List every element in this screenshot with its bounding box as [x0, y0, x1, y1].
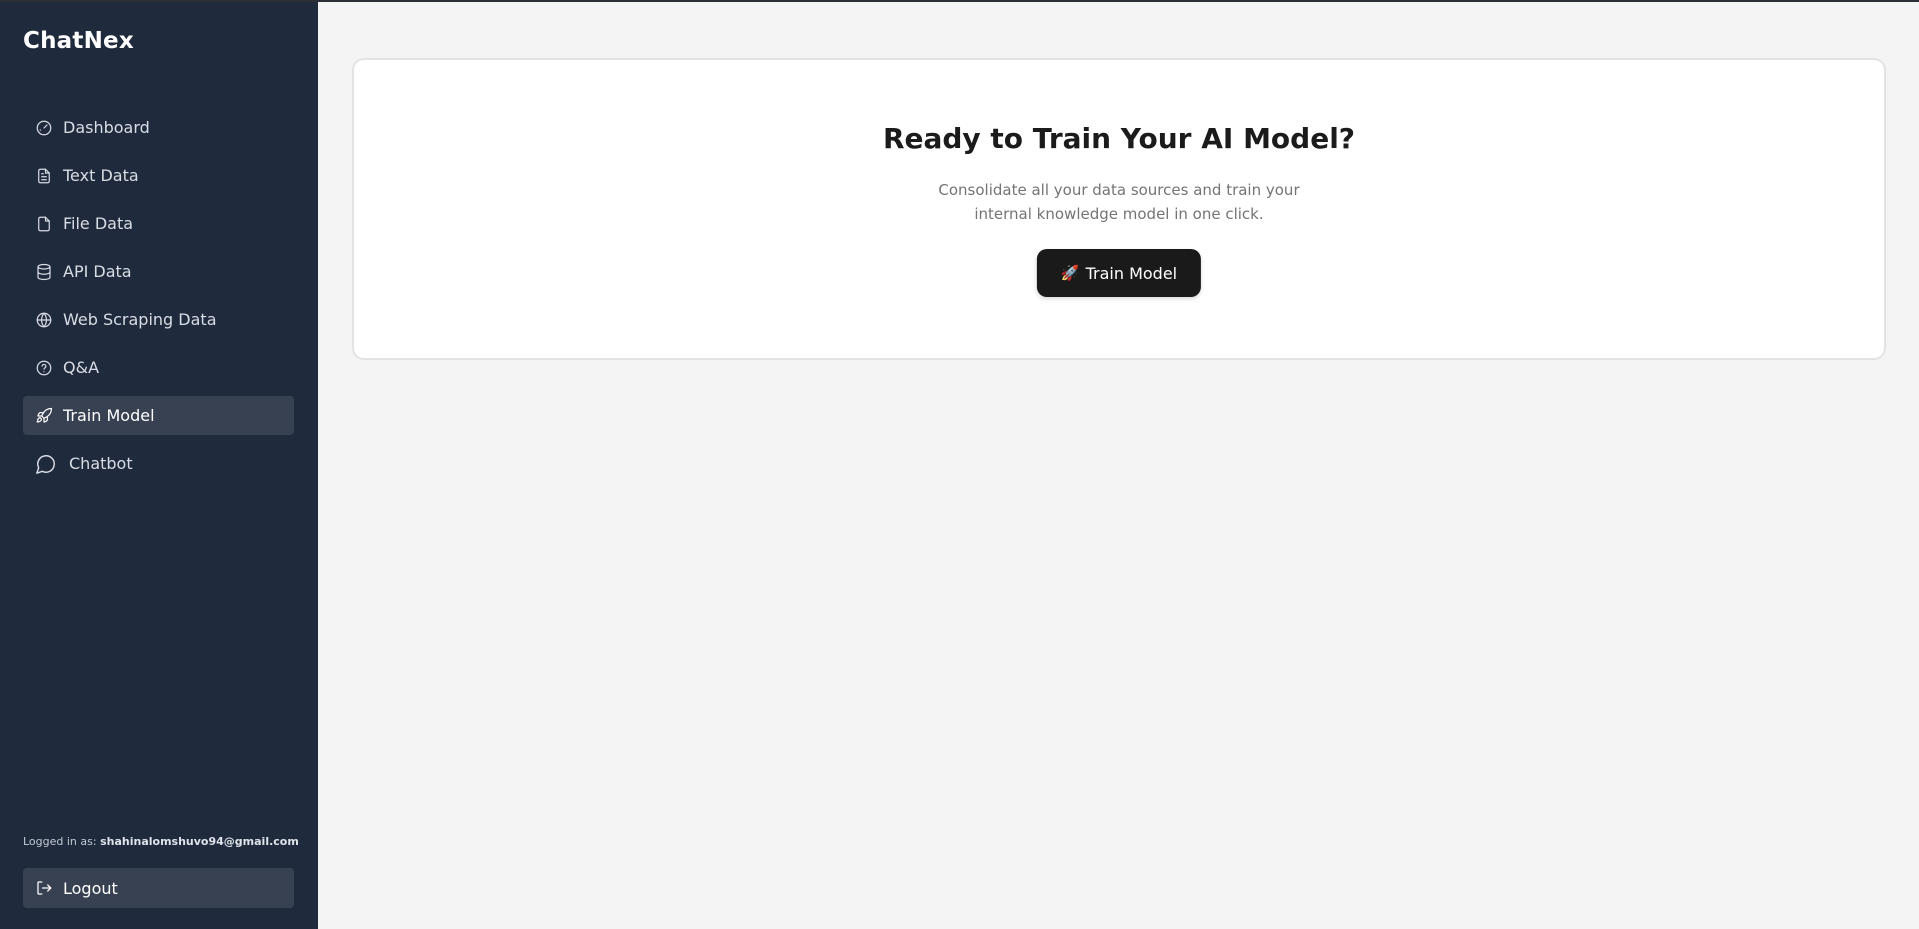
user-email: shahinalomshuvo94@gmail.com [100, 835, 299, 848]
sidebar-item-web-scraping-data[interactable]: Web Scraping Data [23, 300, 294, 339]
logout-icon [35, 879, 53, 897]
document-text-icon [35, 167, 53, 185]
sidebar-item-label: Dashboard [63, 118, 150, 137]
logged-in-info: Logged in as: shahinalomshuvo94@gmail.co… [23, 835, 299, 848]
sidebar-item-label: File Data [63, 214, 134, 233]
sidebar-item-train-model[interactable]: Train Model [23, 396, 294, 435]
train-model-button[interactable]: 🚀 Train Model [1036, 249, 1202, 297]
app-window: ChatNex Dashboard Text Data File Data AP… [0, 0, 1919, 929]
database-icon [35, 263, 53, 281]
sidebar-item-api-data[interactable]: API Data [23, 252, 294, 291]
sidebar-item-label: Web Scraping Data [63, 310, 217, 329]
logout-label: Logout [63, 878, 118, 898]
sidebar: ChatNex Dashboard Text Data File Data AP… [0, 2, 318, 929]
main-content: Ready to Train Your AI Model? Consolidat… [318, 2, 1919, 929]
brand-logo: ChatNex [23, 28, 134, 54]
rocket-icon: 🚀 [1060, 264, 1080, 282]
file-icon [35, 215, 53, 233]
gauge-icon [35, 119, 53, 137]
sidebar-item-chatbot[interactable]: Chatbot [23, 444, 294, 483]
sidebar-item-label: Train Model [63, 406, 155, 425]
sidebar-item-label: Chatbot [69, 454, 133, 473]
sidebar-item-file-data[interactable]: File Data [23, 204, 294, 243]
sidebar-item-label: API Data [63, 262, 132, 281]
card-subtitle: Consolidate all your data sources and tr… [938, 181, 1300, 223]
card-title: Ready to Train Your AI Model? [882, 122, 1356, 155]
chat-bubble-icon [35, 453, 57, 475]
sidebar-nav: Dashboard Text Data File Data API Data W… [23, 108, 294, 492]
sidebar-item-dashboard[interactable]: Dashboard [23, 108, 294, 147]
sidebar-item-label: Q&A [63, 358, 100, 377]
sidebar-item-text-data[interactable]: Text Data [23, 156, 294, 195]
help-circle-icon [35, 359, 53, 377]
rocket-icon [35, 407, 53, 425]
train-model-card: Ready to Train Your AI Model? Consolidat… [352, 58, 1886, 360]
sidebar-item-label: Text Data [63, 166, 139, 185]
globe-icon [35, 311, 53, 329]
logged-in-label: Logged in as: [23, 835, 97, 848]
train-model-button-label: Train Model [1085, 263, 1178, 283]
logout-button[interactable]: Logout [23, 868, 294, 908]
sidebar-item-qa[interactable]: Q&A [23, 348, 294, 387]
